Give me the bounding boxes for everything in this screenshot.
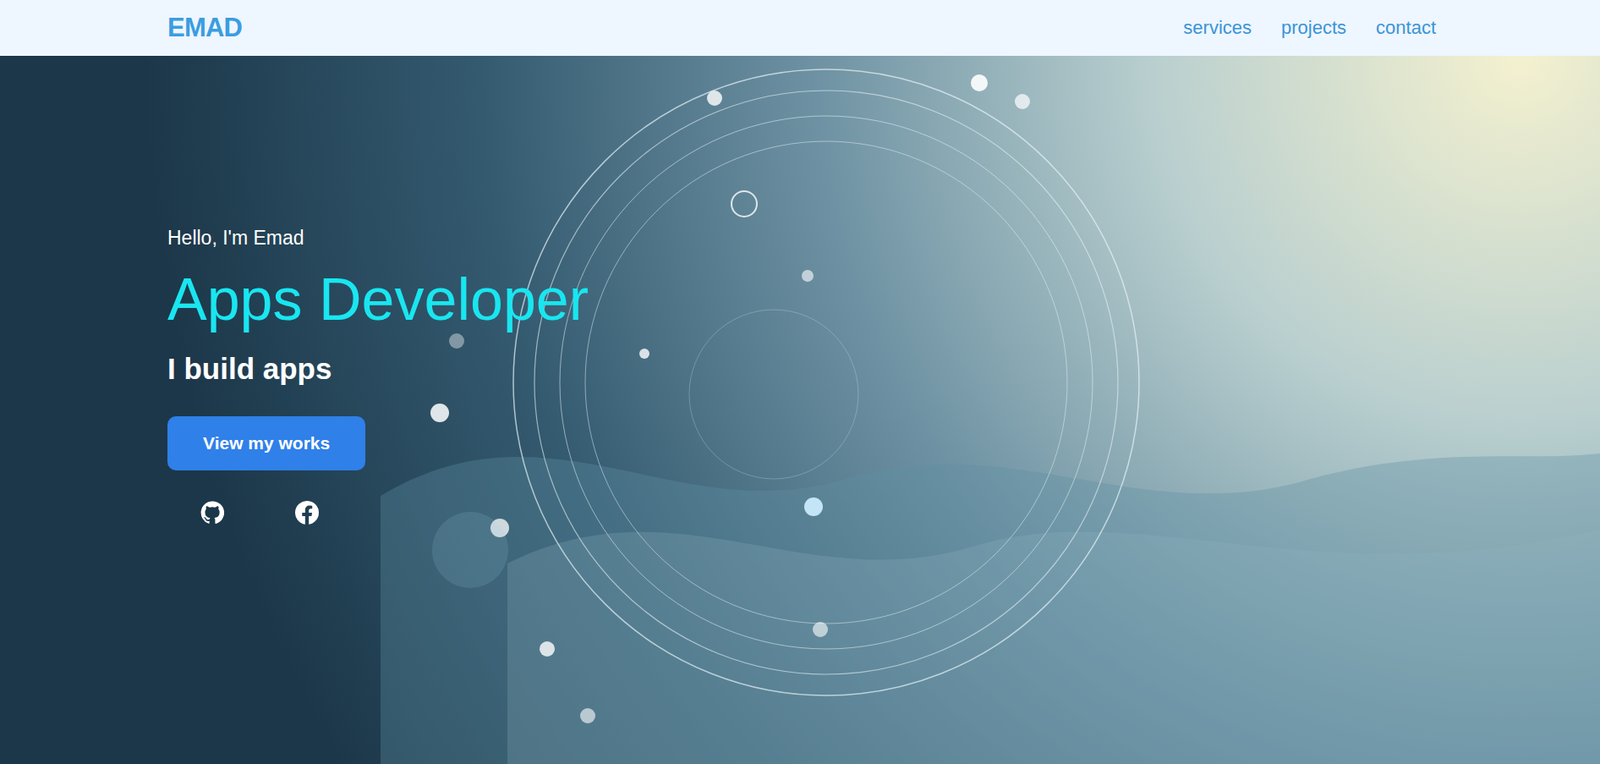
top-nav: EMAD services projects contact: [0, 0, 1600, 56]
hero-subtitle: I build apps: [167, 350, 332, 388]
hero-title: Apps Developer: [167, 265, 589, 334]
view-works-button[interactable]: View my works: [167, 416, 366, 471]
nav-link[interactable]: services: [1183, 15, 1252, 41]
hero: Hello, I'm Emad Apps Developer I build a…: [0, 55, 1600, 764]
hero-content: Hello, I'm Emad Apps Developer I build a…: [0, 55, 1600, 525]
greeting: Hello, I'm Emad: [167, 224, 305, 251]
nav-link[interactable]: projects: [1281, 15, 1347, 41]
nav-links: services projects contact: [1183, 15, 1436, 41]
github-icon[interactable]: [200, 500, 225, 525]
hero-background-art: [0, 55, 1600, 764]
nav-link[interactable]: contact: [1375, 15, 1436, 41]
facebook-icon[interactable]: [295, 500, 319, 525]
social-links: [167, 500, 319, 525]
logo[interactable]: EMAD: [167, 8, 242, 49]
